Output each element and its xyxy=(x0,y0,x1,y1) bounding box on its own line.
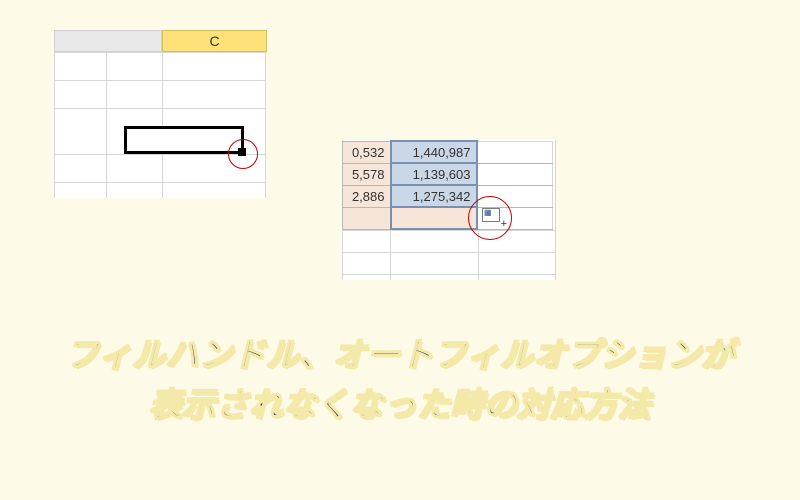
autofill-options-button[interactable]: ▦ xyxy=(482,208,500,222)
headline-line-1: フィルハンドル、オートフィルオプションが xyxy=(0,330,800,380)
table-row: 5,578 1,139,603 xyxy=(343,163,553,185)
fill-handle[interactable] xyxy=(238,148,246,156)
cell-value: 1,440,987 xyxy=(391,141,477,163)
cell-partial: 2,886 xyxy=(343,185,391,207)
excel-snippet-autofill-option: 0,532 1,440,987 5,578 1,139,603 2,886 1,… xyxy=(342,140,556,280)
grid-lines xyxy=(54,30,266,198)
cell-value: 1,275,342 xyxy=(391,185,477,207)
cell-value: 1,139,603 xyxy=(391,163,477,185)
column-header-c: C xyxy=(162,30,267,52)
headline-line-2: 表示されなくなった時の対応方法 xyxy=(0,380,800,430)
cell-partial: 5,578 xyxy=(343,163,391,185)
selected-cell[interactable] xyxy=(124,126,244,154)
cell-partial: 0,532 xyxy=(343,141,391,163)
data-table: 0,532 1,440,987 5,578 1,139,603 2,886 1,… xyxy=(342,140,553,230)
column-header-blank xyxy=(54,30,162,52)
excel-snippet-fill-handle: C xyxy=(54,30,266,198)
table-row: 2,886 1,275,342 xyxy=(343,185,553,207)
article-headline: フィルハンドル、オートフィルオプションが 表示されなくなった時の対応方法 xyxy=(0,330,800,429)
table-row: 0,532 1,440,987 xyxy=(343,141,553,163)
table-row-empty xyxy=(343,207,553,229)
